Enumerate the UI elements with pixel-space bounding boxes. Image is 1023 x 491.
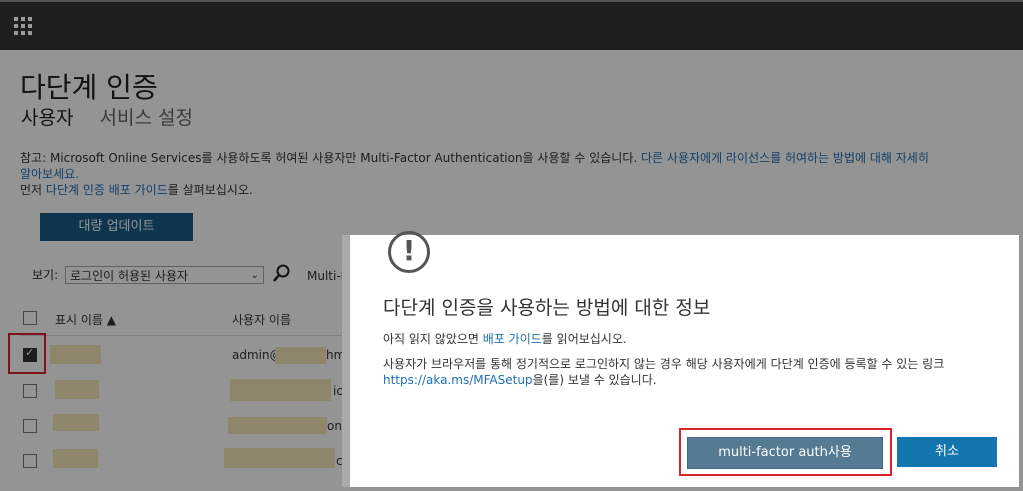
- top-bar: [0, 0, 1023, 50]
- mfa-setup-link[interactable]: https://aka.ms/MFASetup: [383, 373, 533, 387]
- dialog-guide-text: 아직 읽지 않았으면 배포 가이드를 읽어보십시오.: [383, 330, 627, 347]
- dialog-title: 다단계 인증을 사용하는 방법에 대한 정보: [383, 297, 711, 319]
- warning-icon: !: [388, 231, 430, 273]
- cancel-button[interactable]: 취소: [897, 437, 997, 467]
- dialog-setup-text: 사용자가 브라우저를 통해 정기적으로 로그인하지 않는 경우 해당 사용자에게…: [383, 356, 993, 388]
- guide-text-suffix: 를 읽어보십시오.: [541, 332, 627, 346]
- deployment-guide-link[interactable]: 배포 가이드: [483, 332, 542, 346]
- guide-text-prefix: 아직 읽지 않았으면: [383, 332, 479, 346]
- waffle-icon[interactable]: [14, 17, 32, 35]
- setup-text: 사용자가 브라우저를 통해 정기적으로 로그인하지 않는 경우 해당 사용자에게…: [383, 357, 945, 371]
- highlight-box-enable-button: [679, 428, 892, 476]
- setup-text-suffix: 을(를) 보낼 수 있습니다.: [532, 373, 657, 387]
